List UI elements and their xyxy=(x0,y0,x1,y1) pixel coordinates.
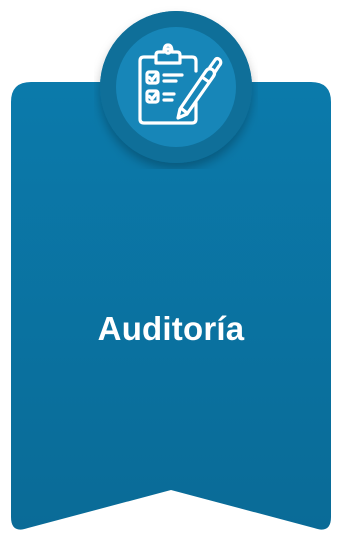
badge-inner-circle xyxy=(116,27,236,147)
card-title: Auditoría xyxy=(97,310,245,347)
audit-card: Auditoría xyxy=(0,0,342,539)
badge xyxy=(100,11,252,163)
